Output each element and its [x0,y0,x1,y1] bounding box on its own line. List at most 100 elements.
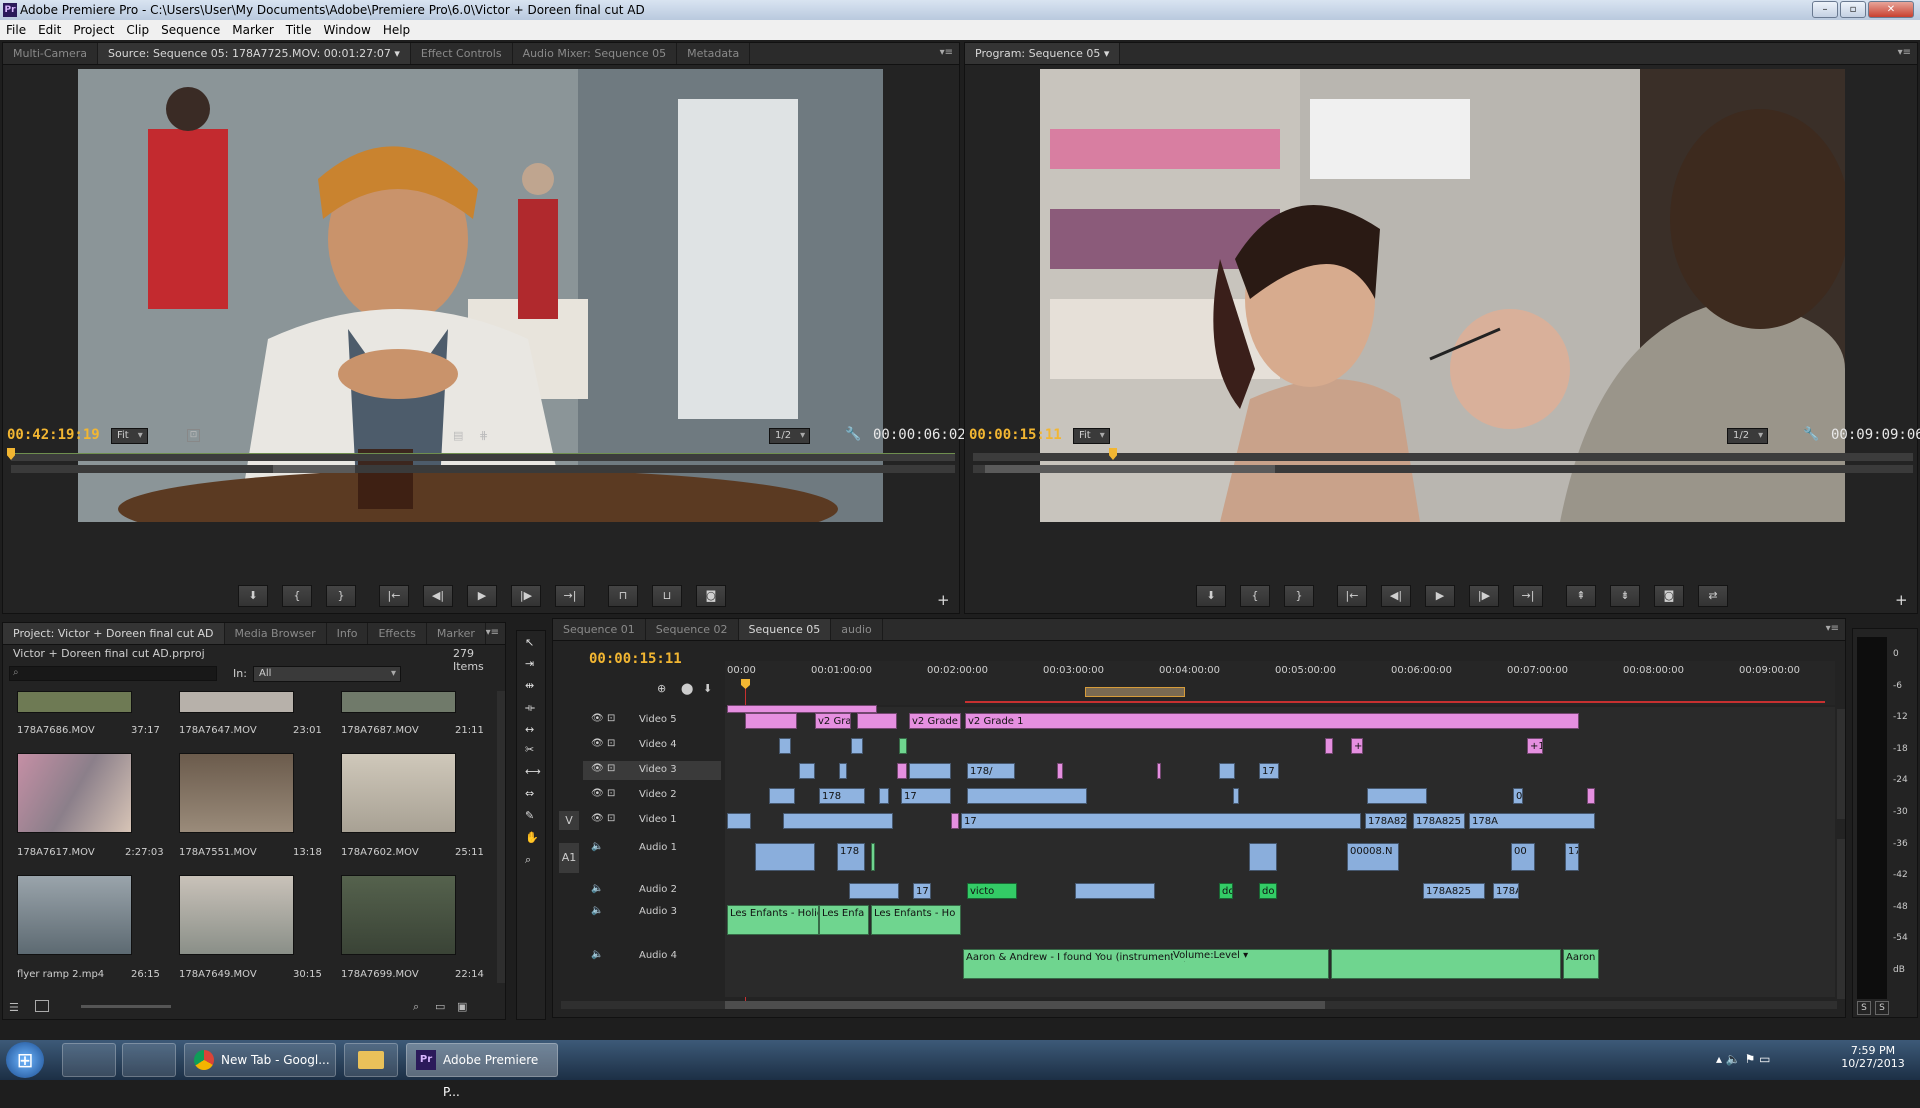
thumb-178A7602[interactable] [341,753,456,833]
tab-sequence-01[interactable]: Sequence 01 [553,619,646,640]
lock-icon[interactable]: ⊡ [607,713,615,724]
clip[interactable] [1587,788,1595,804]
clip[interactable] [783,813,893,829]
clip[interactable] [1325,738,1333,754]
tab-audio[interactable]: audio [831,619,883,640]
clip[interactable]: 178A825 [1413,813,1465,829]
clip[interactable] [897,763,907,779]
slip-tool-icon[interactable]: ⟷ [525,765,541,778]
clip[interactable]: do [1259,883,1277,899]
clip[interactable]: 00 [1511,843,1535,871]
project-scrollbar[interactable] [497,691,505,983]
drag-audio-icon[interactable]: ⋕ [479,429,488,442]
track-audio-4[interactable]: 🔈 Audio 4 [583,947,721,981]
clip[interactable] [1157,763,1161,779]
drag-video-icon[interactable]: ▤ [453,429,463,442]
clip[interactable] [1075,883,1155,899]
menu-sequence[interactable]: Sequence [155,20,226,40]
eye-icon[interactable]: 👁 [591,763,604,774]
maximize-button[interactable]: ▫ [1840,1,1866,18]
clip[interactable]: 178 [837,843,865,871]
add-marker-icon[interactable]: ⬇ [703,682,712,695]
program-zoom-thumb[interactable] [985,465,1275,473]
ripple-edit-tool-icon[interactable]: ⇹ [525,679,534,692]
menu-project[interactable]: Project [67,20,120,40]
clip[interactable] [951,813,959,829]
tab-effect-controls[interactable]: Effect Controls [411,43,513,64]
pen-tool-icon[interactable]: ✎ [525,809,534,822]
lock-icon[interactable]: ⊡ [607,788,615,799]
video-track-scrollbar[interactable] [1837,709,1845,819]
clip[interactable] [849,883,899,899]
clip[interactable]: v2 Grade 1 [965,713,1579,729]
program-playhead-timecode[interactable]: 00:00:15:11 [969,427,1062,443]
clip[interactable]: 178A82 [1365,813,1407,829]
export-frame-button[interactable]: ◙ [696,585,726,607]
program-go-to-in-button[interactable]: |← [1337,585,1367,607]
clip[interactable] [871,843,875,871]
minimize-button[interactable]: – [1812,1,1838,18]
list-view-icon[interactable]: ☰ [9,1001,19,1014]
track-select-tool-icon[interactable]: ⇥ [525,657,534,670]
track-audio-3[interactable]: 🔈 Audio 3 [583,903,721,937]
clip[interactable]: 17 [961,813,1361,829]
track-audio-1[interactable]: 🔈 Audio 1 [583,839,721,873]
clip[interactable] [779,738,791,754]
clock[interactable]: 7:59 PM 10/27/2013 [1838,1044,1908,1070]
program-export-frame-button[interactable]: ◙ [1654,585,1684,607]
panel-menu-icon[interactable]: ▾≡ [940,47,953,58]
program-panel-menu-icon[interactable]: ▾≡ [1898,47,1911,58]
clip[interactable]: 17 [913,883,931,899]
program-mark-in-button[interactable]: { [1240,585,1270,607]
tray-icons[interactable]: ▴ 🔈 ⚑ ▭ [1716,1052,1771,1066]
rate-stretch-tool-icon[interactable]: ↔ [525,723,534,736]
source-button-editor-icon[interactable]: + [937,591,950,609]
find-icon[interactable]: ⌕ [413,1000,419,1014]
clip[interactable] [1249,843,1277,871]
slide-tool-icon[interactable]: ⇔ [525,787,534,800]
program-add-marker-button[interactable]: ⬇ [1196,585,1226,607]
tab-effects[interactable]: Effects [368,623,427,644]
menu-marker[interactable]: Marker [226,20,279,40]
solo-left-button[interactable]: S [1857,1001,1871,1015]
timeline-ruler[interactable]: 00:00 00:01:00:00 00:02:00:00 00:03:00:0… [725,661,1835,705]
source-playhead-timecode[interactable]: 00:42:19:19 [7,427,100,443]
go-to-in-button[interactable]: |← [379,585,409,607]
clip[interactable]: victo [967,883,1017,899]
menu-title[interactable]: Title [280,20,318,40]
clip[interactable] [745,713,797,729]
work-area-bar[interactable] [1085,687,1185,697]
speaker-icon[interactable]: 🔈 [591,949,603,960]
sequence-marker-icon[interactable]: ⬤ [681,682,693,695]
clip[interactable] [839,763,847,779]
menu-edit[interactable]: Edit [32,20,67,40]
snap-icon[interactable]: ⊕ [657,682,666,695]
clip[interactable] [857,713,897,729]
program-go-to-out-button[interactable]: →| [1513,585,1543,607]
solo-right-button[interactable]: S [1875,1001,1889,1015]
tab-markers[interactable]: Marker [427,623,486,644]
razor-tool-icon[interactable]: ✂ [525,743,534,756]
thumb-flyer-ramp[interactable] [17,875,132,955]
lock-icon[interactable]: ⊡ [607,738,615,749]
timeline-panel-menu-icon[interactable]: ▾≡ [1826,623,1839,634]
thumb-size-slider[interactable] [81,1005,171,1008]
tab-media-browser[interactable]: Media Browser [225,623,327,644]
ie-taskbar-icon[interactable] [62,1043,116,1077]
speaker-icon[interactable]: 🔈 [591,841,603,852]
project-panel-menu-icon[interactable]: ▾≡ [486,627,499,638]
clip[interactable]: Les Enfants - Ho [871,905,961,935]
clip[interactable] [967,788,1087,804]
thumb-178A7699[interactable] [341,875,456,955]
start-button[interactable]: ⊞ [6,1042,44,1078]
source-time-ruler[interactable] [11,453,955,461]
lock-icon[interactable]: ⊡ [607,763,615,774]
speaker-icon[interactable]: 🔈 [591,905,603,916]
clip[interactable] [1057,763,1063,779]
clip[interactable] [1233,788,1239,804]
clip[interactable]: v2 Grade [909,713,961,729]
overwrite-button[interactable]: ⊔ [652,585,682,607]
tab-source[interactable]: Source: Sequence 05: 178A7725.MOV: 00:01… [98,43,411,64]
menu-file[interactable]: File [0,20,32,40]
clip[interactable]: do [1219,883,1233,899]
